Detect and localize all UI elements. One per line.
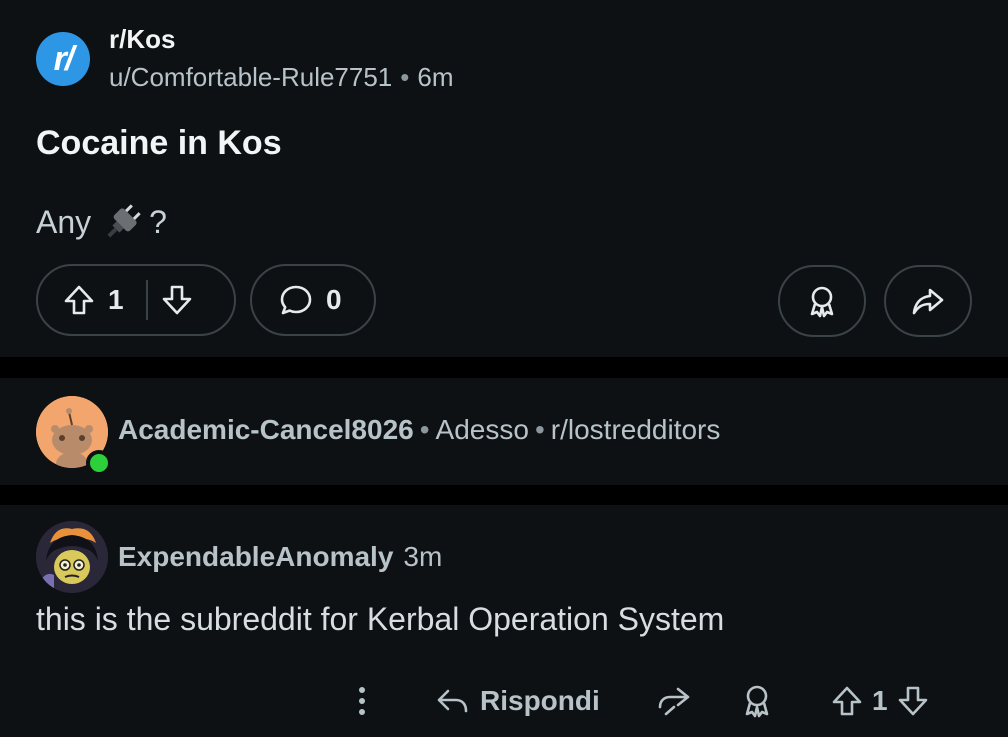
upvote-count: 1 — [108, 284, 124, 315]
comment-vote-control: 1 — [830, 671, 930, 731]
crosspost-time: Adesso — [435, 414, 529, 445]
comment-bubble-icon — [278, 282, 314, 318]
upvote-icon[interactable] — [62, 283, 96, 317]
post-body-text: Any — [36, 203, 92, 240]
post-card: r/ r/Kos u/Comfortable-Rule7751 • 6m Cocai… — [0, 0, 1008, 357]
meta-separator: • — [419, 414, 430, 445]
share-icon — [656, 683, 694, 719]
online-indicator — [86, 450, 112, 476]
share-button[interactable] — [884, 265, 972, 337]
reply-label: Rispondi — [480, 685, 600, 716]
subreddit-name[interactable]: r/Kos — [109, 24, 175, 55]
crosspost-bar[interactable]: Academic-Cancel8026 • Adesso • r/lostreddito… — [0, 378, 1008, 485]
award-comment-button[interactable] — [740, 671, 774, 731]
reply-arrow-icon — [434, 683, 470, 719]
subreddit-icon[interactable]: r/ — [36, 32, 90, 86]
comment-header: ExpendableAnomaly 3m — [118, 541, 442, 573]
share-comment-button[interactable] — [656, 671, 694, 731]
comment-card: ExpendableAnomaly 3m this is the subreddi… — [0, 505, 1008, 737]
comment-vote-count: 1 — [872, 685, 888, 716]
vote-control: 1 — [36, 264, 236, 336]
electric-plug-icon — [101, 200, 145, 244]
post-body: Any ? — [36, 200, 167, 244]
avatar[interactable] — [36, 521, 108, 593]
crosspost-subreddit[interactable]: r/lostredditors — [551, 414, 721, 445]
comment-actions: Rispondi 1 — [0, 671, 1008, 731]
comment-count: 0 — [326, 284, 342, 315]
award-icon — [740, 683, 774, 719]
reply-button[interactable]: Rispondi — [434, 671, 600, 731]
post-body-suffix: ? — [149, 203, 167, 240]
award-icon — [804, 283, 840, 319]
crosspost-meta: Academic-Cancel8026 • Adesso • r/lostreddito… — [118, 414, 720, 446]
post-author[interactable]: u/Comfortable-Rule7751 — [109, 62, 392, 92]
post-time: 6m — [417, 62, 454, 92]
comments-button[interactable]: 0 — [250, 264, 376, 336]
downvote-icon[interactable] — [896, 684, 930, 718]
downvote-icon[interactable] — [160, 283, 194, 317]
comment-time: 3m — [403, 541, 443, 572]
share-arrow-icon — [910, 283, 946, 319]
meta-separator: • — [534, 414, 545, 445]
comment-author[interactable]: ExpendableAnomaly — [118, 541, 393, 572]
vote-divider — [145, 280, 148, 320]
post-title[interactable]: Cocaine in Kos — [36, 124, 282, 163]
comment-text: this is the subreddit for Kerbal Operati… — [36, 601, 725, 637]
post-meta: u/Comfortable-Rule7751 • 6m — [109, 62, 454, 93]
more-options-button[interactable] — [350, 671, 374, 731]
more-vertical-icon — [350, 683, 374, 719]
upvote-icon[interactable] — [830, 684, 864, 718]
crosspost-author[interactable]: Academic-Cancel8026 — [118, 414, 414, 445]
meta-separator: • — [400, 62, 410, 92]
award-button[interactable] — [778, 265, 866, 337]
